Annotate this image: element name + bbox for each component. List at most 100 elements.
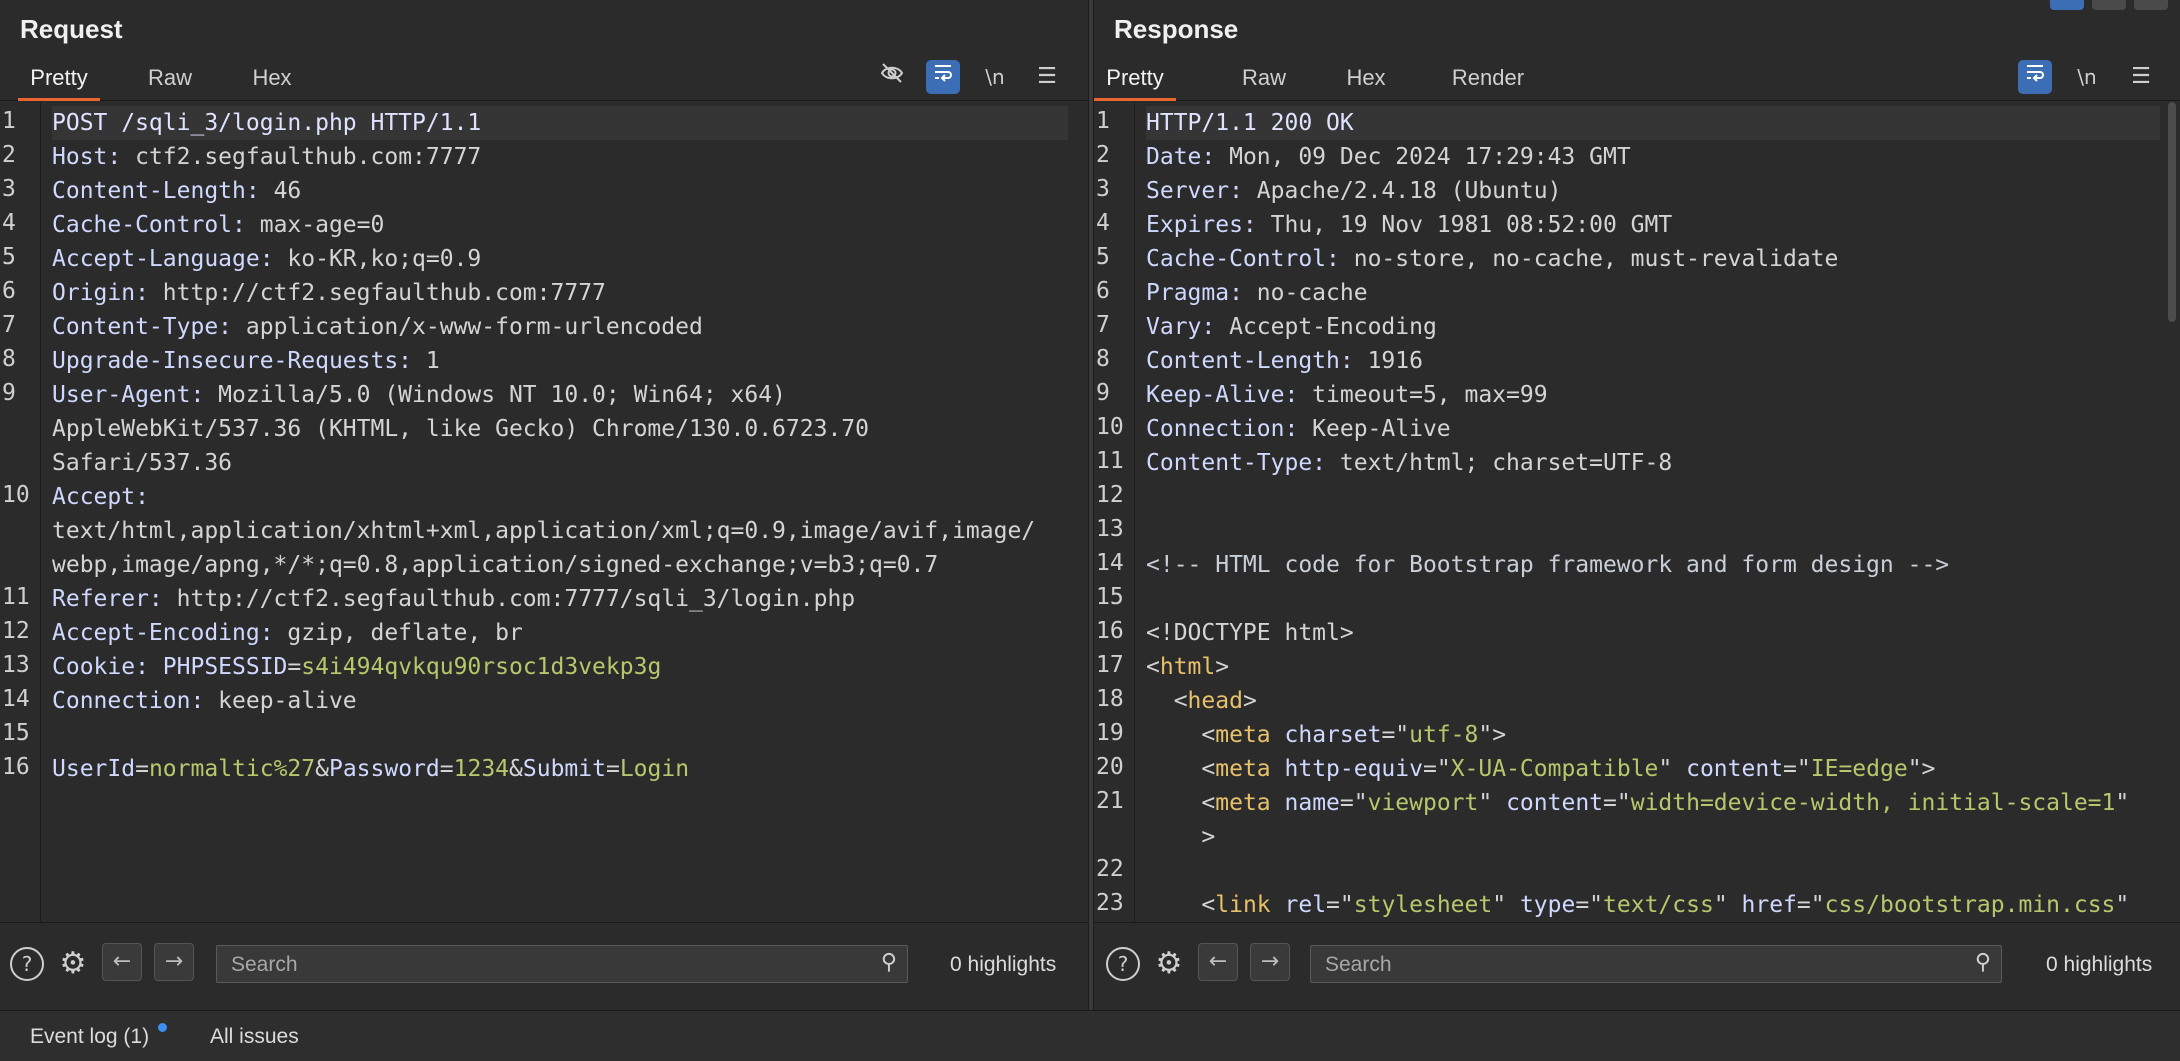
code-line[interactable]: Content-Length: 1916 bbox=[1146, 344, 2160, 378]
code-token: name bbox=[1284, 790, 1340, 816]
code-token: Thu, 19 Nov 1981 08:52:00 GMT bbox=[1270, 212, 1673, 238]
code-line[interactable]: Keep-Alive: timeout=5, max=99 bbox=[1146, 378, 2160, 412]
gear-icon[interactable]: ⚙ bbox=[54, 945, 92, 983]
code-line[interactable]: POST /sqli_3/login.php HTTP/1.1 bbox=[52, 106, 1068, 140]
response-editor[interactable]: 1 HTTP/1.1 200 OK 2 Date: Mon, 09 Dec 2024 … bbox=[1094, 102, 2180, 922]
request-editor[interactable]: 1 POST /sqli_3/login.php HTTP/1.1 2 Host: c… bbox=[0, 102, 1088, 922]
line-number: 16 bbox=[2, 754, 30, 780]
line-number: 5 bbox=[2, 244, 16, 270]
layout-tabs-icon[interactable] bbox=[2134, 0, 2168, 10]
line-number: 14 bbox=[2, 686, 30, 712]
line-number: 19 bbox=[1096, 720, 1124, 746]
code-line[interactable]: User-Agent: Mozilla/5.0 (Windows NT 10.0… bbox=[52, 378, 1068, 412]
code-line[interactable]: Origin: http://ctf2.segfaulthub.com:7777 bbox=[52, 276, 1068, 310]
code-line[interactable]: Content-Length: 46 bbox=[52, 174, 1068, 208]
code-line[interactable]: <meta http-equiv="X-UA-Compatible" conte… bbox=[1146, 752, 2160, 786]
code-line[interactable]: Server: Apache/2.4.18 (Ubuntu) bbox=[1146, 174, 2160, 208]
previous-arrow-icon[interactable]: ← bbox=[102, 943, 142, 981]
next-arrow-icon[interactable]: → bbox=[1250, 943, 1290, 981]
response-search-input[interactable] bbox=[1323, 946, 1879, 984]
code-token: type bbox=[1519, 892, 1576, 918]
code-line[interactable]: Pragma: no-cache bbox=[1146, 276, 2160, 310]
line-number: 13 bbox=[1096, 516, 1124, 542]
code-line[interactable]: Safari/537.36 bbox=[52, 446, 1068, 480]
line-number: 13 bbox=[2, 652, 30, 678]
code-token: timeout=5, max=99 bbox=[1312, 382, 1548, 408]
code-line[interactable]: <meta charset="utf-8"> bbox=[1146, 718, 2160, 752]
code-line[interactable]: Content-Type: application/x-www-form-url… bbox=[52, 310, 1068, 344]
code-token: Accept-Language: bbox=[52, 246, 288, 272]
all-issues-link[interactable]: All issues bbox=[210, 1025, 299, 1049]
newline-toggle[interactable]: \n bbox=[2070, 60, 2104, 94]
request-tab-hex[interactable]: Hex bbox=[232, 58, 312, 98]
wrap-icon[interactable] bbox=[926, 60, 960, 94]
line-number: 2 bbox=[1096, 142, 1110, 168]
code-token: =" bbox=[1783, 756, 1811, 782]
code-line[interactable]: text/html,application/xhtml+xml,applicat… bbox=[52, 514, 1068, 548]
search-icon[interactable]: ⚲ bbox=[1975, 950, 1991, 975]
code-line[interactable]: Cache-Control: max-age=0 bbox=[52, 208, 1068, 242]
code-line[interactable]: <!DOCTYPE html> bbox=[1146, 616, 2160, 650]
help-icon[interactable]: ? bbox=[1106, 947, 1140, 981]
code-token: content bbox=[1506, 790, 1604, 816]
event-log-link[interactable]: Event log (1) bbox=[30, 1025, 149, 1049]
code-token: http://ctf2.segfaulthub.com:7777/sqli_3/… bbox=[176, 586, 856, 612]
code-line[interactable]: webp,image/apng,*/*;q=0.8,application/si… bbox=[52, 548, 1068, 582]
code-line[interactable]: Accept-Encoding: gzip, deflate, br bbox=[52, 616, 1068, 650]
request-code[interactable]: 1 POST /sqli_3/login.php HTTP/1.1 2 Host: c… bbox=[0, 102, 1088, 922]
newline-toggle[interactable]: \n bbox=[978, 60, 1012, 94]
code-line[interactable]: Expires: Thu, 19 Nov 1981 08:52:00 GMT bbox=[1146, 208, 2160, 242]
code-line[interactable]: <link rel="stylesheet" type="text/css" h… bbox=[1146, 888, 2160, 922]
code-token: Cookie: bbox=[52, 654, 163, 680]
previous-arrow-icon[interactable]: ← bbox=[1198, 943, 1238, 981]
response-code[interactable]: 1 HTTP/1.1 200 OK 2 Date: Mon, 09 Dec 2024 … bbox=[1094, 102, 2180, 922]
code-line[interactable]: Connection: keep-alive bbox=[52, 684, 1068, 718]
search-icon[interactable]: ⚲ bbox=[881, 950, 897, 975]
code-line[interactable]: Cache-Control: no-store, no-cache, must-… bbox=[1146, 242, 2160, 276]
code-line[interactable]: Upgrade-Insecure-Requests: 1 bbox=[52, 344, 1068, 378]
code-line[interactable]: <!-- HTML code for Bootstrap framework a… bbox=[1146, 548, 2160, 582]
line-number: 9 bbox=[1096, 380, 1110, 406]
code-line[interactable]: Cookie: PHPSESSID=s4i494qvkqu90rsoc1d3ve… bbox=[52, 650, 1068, 684]
code-line[interactable]: Accept-Language: ko-KR,ko;q=0.9 bbox=[52, 242, 1068, 276]
help-icon[interactable]: ? bbox=[10, 947, 44, 981]
code-line[interactable]: Referer: http://ctf2.segfaulthub.com:777… bbox=[52, 582, 1068, 616]
code-line[interactable]: > bbox=[1146, 820, 2160, 854]
request-tab-raw[interactable]: Raw bbox=[130, 58, 210, 98]
code-token: = bbox=[439, 756, 454, 782]
layout-side-by-side-icon[interactable] bbox=[2050, 0, 2084, 10]
code-token: text/html,application/xhtml+xml,applicat… bbox=[52, 518, 1036, 544]
code-line[interactable]: <head> bbox=[1146, 684, 2160, 718]
code-line[interactable]: HTTP/1.1 200 OK bbox=[1146, 106, 2160, 140]
code-line[interactable]: <html> bbox=[1146, 650, 2160, 684]
code-line[interactable]: AppleWebKit/537.36 (KHTML, like Gecko) C… bbox=[52, 412, 1068, 446]
code-token: =" bbox=[1422, 756, 1451, 782]
response-tab-hex[interactable]: Hex bbox=[1326, 58, 1406, 98]
code-line[interactable]: Accept: bbox=[52, 480, 1068, 514]
response-tab-pretty[interactable]: Pretty bbox=[1094, 58, 1176, 101]
code-token: Date: bbox=[1146, 144, 1230, 170]
code-line[interactable]: <meta name="viewport" content="width=dev… bbox=[1146, 786, 2160, 820]
response-tab-raw[interactable]: Raw bbox=[1224, 58, 1304, 98]
code-line[interactable]: Connection: Keep-Alive bbox=[1146, 412, 2160, 446]
code-token: Expires: bbox=[1146, 212, 1271, 238]
code-line[interactable]: UserId=normaltic%27&Password=1234&Submit… bbox=[52, 752, 1068, 786]
code-line[interactable]: Host: ctf2.segfaulthub.com:7777 bbox=[52, 140, 1068, 174]
menu-icon[interactable]: ☰ bbox=[1030, 60, 1064, 94]
request-tab-pretty[interactable]: Pretty bbox=[18, 58, 100, 101]
eye-off-icon[interactable] bbox=[875, 60, 909, 94]
layout-stacked-icon[interactable] bbox=[2092, 0, 2126, 10]
code-line[interactable]: Date: Mon, 09 Dec 2024 17:29:43 GMT bbox=[1146, 140, 2160, 174]
code-token: = bbox=[287, 654, 302, 680]
wrap-icon[interactable] bbox=[2018, 60, 2052, 94]
menu-icon[interactable]: ☰ bbox=[2124, 60, 2158, 94]
code-token: "> bbox=[1907, 756, 1936, 782]
response-scrollbar[interactable] bbox=[2168, 102, 2176, 322]
response-tab-render[interactable]: Render bbox=[1438, 58, 1538, 98]
next-arrow-icon[interactable]: → bbox=[154, 943, 194, 981]
code-line[interactable]: Vary: Accept-Encoding bbox=[1146, 310, 2160, 344]
line-number: 3 bbox=[2, 176, 16, 202]
code-line[interactable]: Content-Type: text/html; charset=UTF-8 bbox=[1146, 446, 2160, 480]
request-search-input[interactable] bbox=[229, 946, 785, 984]
gear-icon[interactable]: ⚙ bbox=[1150, 945, 1188, 983]
